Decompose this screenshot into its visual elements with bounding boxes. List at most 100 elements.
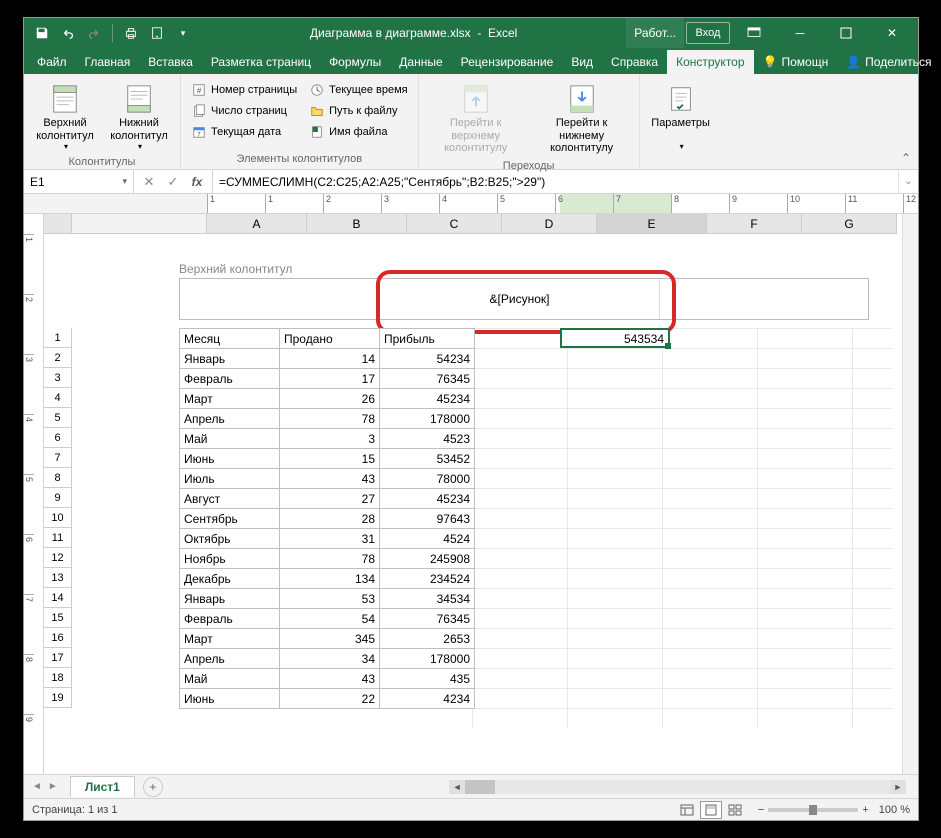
tab-view[interactable]: Вид [562,50,602,74]
enter-formula-button[interactable]: ✓ [162,172,184,192]
col-header-B[interactable]: B [307,214,407,234]
zoom-slider[interactable] [768,808,858,812]
header-right-section[interactable] [660,279,868,319]
tab-review[interactable]: Рецензирование [452,50,563,74]
col-header-D[interactable]: D [502,214,597,234]
zoom-level[interactable]: 100 % [879,804,910,816]
col-header-C[interactable]: C [407,214,502,234]
header-zone[interactable]: &[Рисунок] [179,278,869,320]
minimize-button[interactable]: ─ [778,18,822,48]
file-name-button[interactable]: Имя файла [305,122,411,142]
sheet-grid[interactable]: ABCDEFG 12345678910111213141516171819 Ве… [44,214,902,774]
row-header-3[interactable]: 3 [44,368,72,388]
row-header-6[interactable]: 6 [44,428,72,448]
header-button[interactable]: Верхний колонтитул▾ [30,80,100,154]
select-all-button[interactable] [44,214,72,234]
ribbon: Верхний колонтитул▾ Нижний колонтитул▾ К… [24,74,918,170]
touch-mode-button[interactable] [145,21,169,45]
collapse-ribbon-button[interactable]: ⌃ [894,74,918,169]
zoom-in-button[interactable]: + [862,804,868,816]
undo-button[interactable] [56,21,80,45]
row-header-17[interactable]: 17 [44,648,72,668]
qat-customize-button[interactable]: ▾ [171,21,195,45]
tab-home[interactable]: Главная [76,50,140,74]
tell-me-button[interactable]: 💡Помощн [754,50,838,74]
quick-print-button[interactable] [119,21,143,45]
sheet-tab-1[interactable]: Лист1 [70,776,135,797]
page-indicator: Страница: 1 из 1 [32,804,118,816]
col-header-G[interactable]: G [802,214,897,234]
row-header-18[interactable]: 18 [44,668,72,688]
expand-formula-bar-button[interactable]: ⌄ [898,170,918,193]
col-header-A[interactable]: A [207,214,307,234]
group-label-elements: Элементы колонтитулов [187,151,412,167]
file-name: Диаграмма в диаграмме.xlsx [310,26,471,40]
name-box[interactable]: ▾ [24,170,134,193]
row-header-12[interactable]: 12 [44,548,72,568]
header-center-section[interactable]: &[Рисунок] [380,279,660,319]
tab-scroll-left[interactable]: ◄ [30,779,44,794]
signin-button[interactable]: Вход [686,22,730,44]
tab-insert[interactable]: Вставка [139,50,202,74]
row-header-5[interactable]: 5 [44,408,72,428]
goto-footer-button[interactable]: Перейти к нижнему колонтитулу [531,80,633,158]
tab-design[interactable]: Конструктор [667,50,753,74]
row-header-16[interactable]: 16 [44,628,72,648]
page-count-button[interactable]: Число страниц [187,101,301,121]
close-button[interactable]: ✕ [870,18,914,48]
tab-data[interactable]: Данные [390,50,451,74]
row-header-13[interactable]: 13 [44,568,72,588]
col-header-F[interactable]: F [707,214,802,234]
tab-page-layout[interactable]: Разметка страниц [202,50,320,74]
header-left-section[interactable] [180,279,380,319]
row-header-11[interactable]: 11 [44,528,72,548]
file-path-button[interactable]: Путь к файлу [305,101,411,121]
page-number-button[interactable]: #Номер страницы [187,80,301,100]
header-label: Верхний колонтитул [179,262,869,276]
lightbulb-icon: 💡 [763,55,778,69]
vertical-scrollbar[interactable] [902,214,918,774]
share-button[interactable]: 👤Поделиться [837,50,940,74]
cancel-formula-button[interactable]: ✕ [138,172,160,192]
hash-icon: # [191,82,207,98]
data-table[interactable]: МесяцПроданоПрибыльЯнварь1454234Февраль1… [179,328,475,709]
col-header-E[interactable]: E [597,214,707,234]
name-box-input[interactable] [30,175,110,189]
current-time-button[interactable]: Текущее время [305,80,411,100]
tab-formulas[interactable]: Формулы [320,50,390,74]
options-button[interactable]: Параметры▾ [646,80,716,154]
row-header-7[interactable]: 7 [44,448,72,468]
tab-help[interactable]: Справка [602,50,667,74]
maximize-button[interactable] [824,18,868,48]
row-header-2[interactable]: 2 [44,348,72,368]
formula-input[interactable] [219,175,892,189]
tab-scroll-right[interactable]: ► [46,779,60,794]
save-button[interactable] [30,21,54,45]
name-box-dropdown[interactable]: ▾ [122,176,127,187]
redo-button[interactable] [82,21,106,45]
tab-file[interactable]: Файл [28,50,76,74]
new-sheet-button[interactable]: + [143,777,163,797]
current-date-button[interactable]: 7Текущая дата [187,122,301,142]
page-layout-view-button[interactable] [700,801,722,819]
horizontal-scrollbar[interactable]: ◄ ► [449,780,906,794]
scroll-left-button[interactable]: ◄ [449,780,465,794]
row-header-19[interactable]: 19 [44,688,72,708]
insert-function-button[interactable]: fx [186,172,208,192]
row-header-4[interactable]: 4 [44,388,72,408]
footer-button[interactable]: Нижний колонтитул▾ [104,80,174,154]
row-header-1[interactable]: 1 [44,328,72,348]
normal-view-button[interactable] [676,801,698,819]
ribbon-display-button[interactable] [732,18,776,48]
vertical-ruler: 123456789 [24,214,44,774]
scroll-right-button[interactable]: ► [890,780,906,794]
account-work-button[interactable]: Работ... [626,18,684,48]
goto-footer-icon [566,83,598,115]
zoom-out-button[interactable]: − [758,804,764,816]
row-header-9[interactable]: 9 [44,488,72,508]
row-header-10[interactable]: 10 [44,508,72,528]
page-break-view-button[interactable] [724,801,746,819]
row-header-15[interactable]: 15 [44,608,72,628]
row-header-8[interactable]: 8 [44,468,72,488]
row-header-14[interactable]: 14 [44,588,72,608]
